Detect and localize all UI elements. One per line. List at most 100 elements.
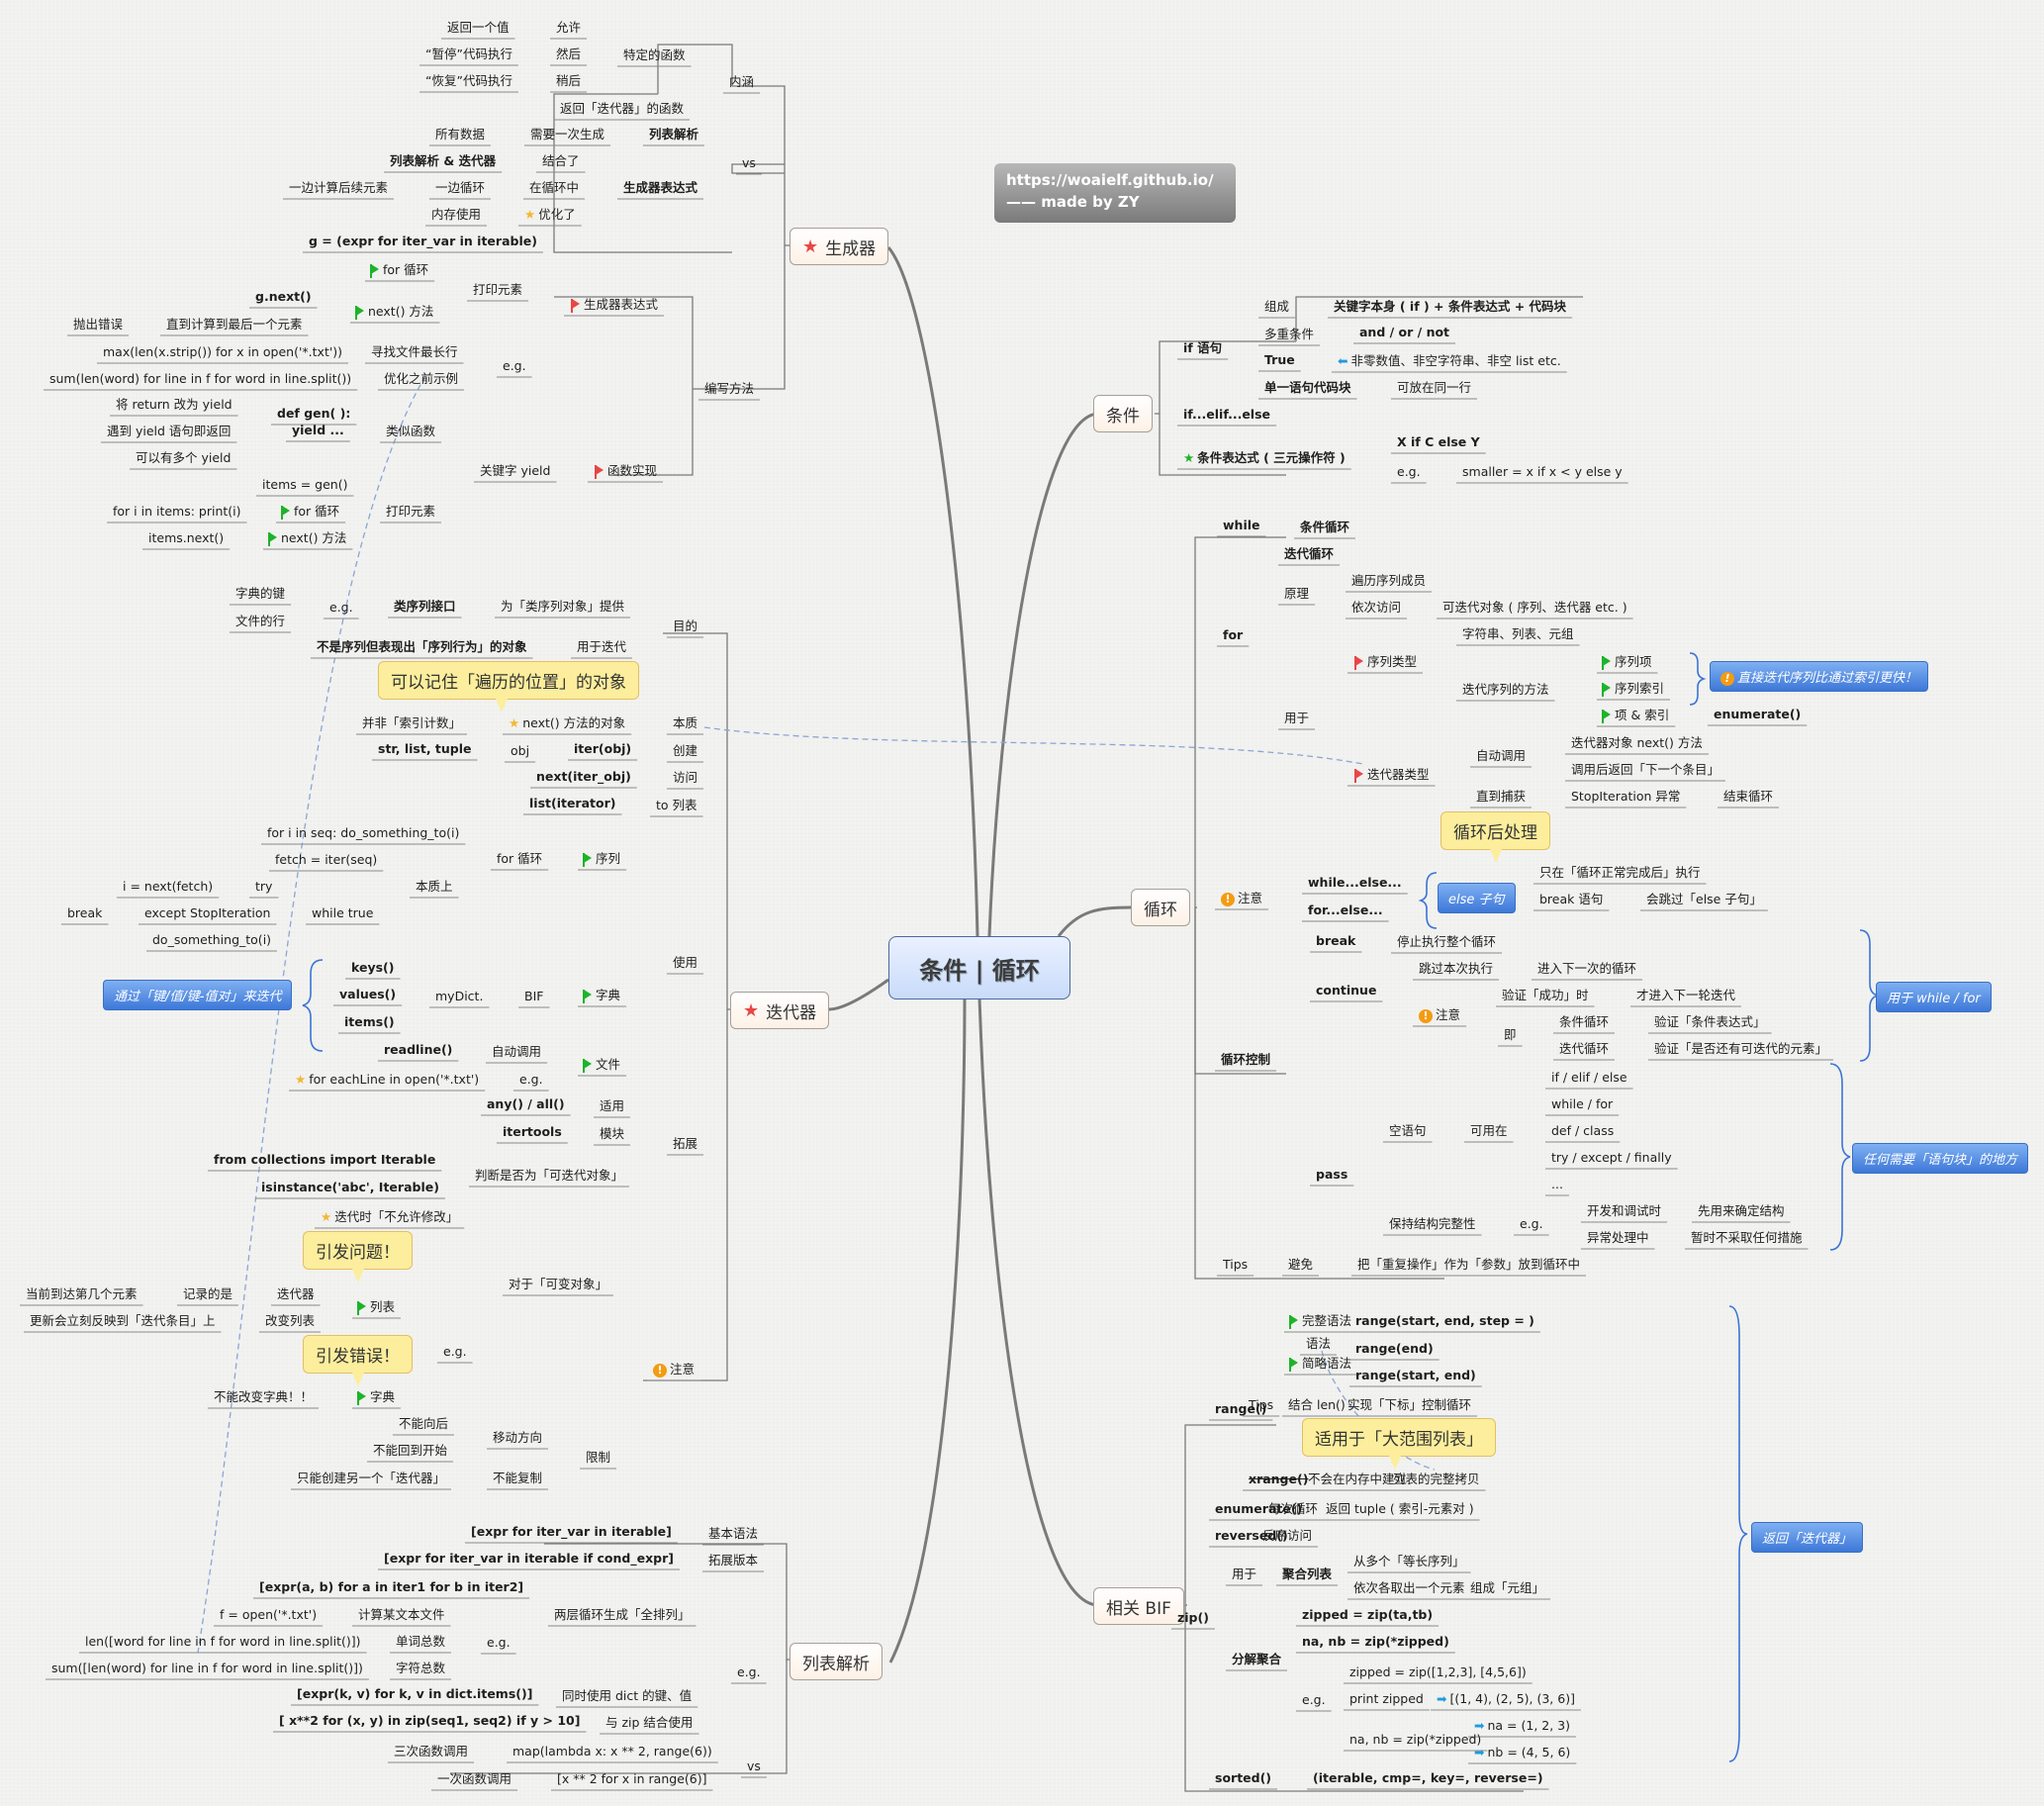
node[interactable]: 迭代器类型 <box>1353 767 1430 783</box>
node[interactable]: obj <box>511 743 529 759</box>
node[interactable]: def gen( ): <box>277 406 350 422</box>
node[interactable]: 先用来确定结构 <box>1698 1203 1785 1219</box>
node[interactable]: 简略语法 <box>1289 1356 1351 1372</box>
node[interactable]: 迭代器 <box>277 1286 315 1302</box>
node[interactable]: ! 注意 <box>653 1362 695 1378</box>
node[interactable]: 原理 <box>1284 586 1309 602</box>
node[interactable]: def / class <box>1551 1123 1614 1139</box>
node[interactable]: 类似函数 <box>386 424 435 439</box>
node[interactable]: ★ for eachLine in open('*.txt') <box>295 1072 479 1088</box>
node[interactable]: 验证「成功」时 <box>1502 988 1589 1003</box>
node[interactable]: “恢复”代码执行 <box>425 73 512 89</box>
node[interactable]: 本质 <box>673 715 697 731</box>
node[interactable]: 序列 <box>583 851 620 867</box>
node[interactable]: 单一语句代码块 <box>1264 380 1351 396</box>
node[interactable]: na, nb = zip(*zipped) <box>1302 1634 1449 1650</box>
node[interactable]: 类序列接口 <box>394 599 456 615</box>
node[interactable]: 不能复制 <box>493 1471 542 1486</box>
node[interactable]: for i in seq: do_something_to(i) <box>267 825 459 841</box>
node[interactable]: if...elif...else <box>1183 407 1270 423</box>
node[interactable]: ★ 条件表达式 ( 三元操作符 ) <box>1183 450 1346 466</box>
node[interactable]: 序列索引 <box>1602 681 1664 697</box>
node[interactable]: 两层循环生成「全排列」 <box>554 1607 691 1623</box>
node[interactable]: [expr(a, b) for a in iter1 for b in iter… <box>259 1579 523 1595</box>
node[interactable]: zipped = zip(ta,tb) <box>1302 1607 1433 1623</box>
node[interactable]: except StopIteration <box>144 905 270 921</box>
node[interactable]: 结束循环 <box>1723 789 1773 805</box>
node[interactable]: e.g. <box>737 1664 761 1680</box>
topic-listcomp[interactable]: 列表解析 <box>790 1643 883 1680</box>
node[interactable]: e.g. <box>503 358 526 374</box>
node[interactable]: 调用后返回「下一个条目」 <box>1571 762 1719 778</box>
node[interactable]: break <box>1316 933 1355 949</box>
node[interactable]: 异常处理中 <box>1587 1230 1649 1246</box>
node[interactable]: xrange() <box>1249 1472 1308 1487</box>
node[interactable]: sorted() <box>1215 1770 1271 1786</box>
node[interactable]: sum(len(word) for line in f for word in … <box>49 371 351 387</box>
node[interactable]: 不会在内存中建立 <box>1308 1472 1407 1487</box>
node[interactable]: for i in items: print(i) <box>113 504 241 520</box>
node[interactable]: 序列项 <box>1602 654 1652 670</box>
node[interactable]: for 循环 <box>497 851 542 867</box>
node[interactable]: items = gen() <box>262 477 347 493</box>
node[interactable]: 遇到 yield 语句即返回 <box>107 424 231 439</box>
node[interactable]: any() / all() <box>487 1096 565 1112</box>
node[interactable]: map(lambda x: x ** 2, range(6)) <box>512 1744 712 1759</box>
node[interactable]: 会跳过「else 子句」 <box>1646 892 1762 907</box>
node[interactable]: 只能创建另一个「迭代器」 <box>297 1471 445 1486</box>
node[interactable]: ★ 迭代时「不允许修改」 <box>321 1209 458 1225</box>
node[interactable]: 聚合列表 <box>1282 1567 1332 1582</box>
node[interactable]: 使用 <box>673 955 697 971</box>
node[interactable]: 列表 <box>357 1299 395 1315</box>
node[interactable]: 对于「可变对象」 <box>509 1277 607 1292</box>
node[interactable]: next() 方法 <box>355 304 433 320</box>
node[interactable]: 保持结构完整性 <box>1389 1216 1476 1232</box>
node[interactable]: 基本语法 <box>708 1526 758 1542</box>
node[interactable]: ! 注意 <box>1221 891 1262 906</box>
node[interactable]: 三次函数调用 <box>394 1744 468 1759</box>
node[interactable]: 直到计算到最后一个元素 <box>166 317 303 333</box>
node[interactable]: for 循环 <box>281 504 339 520</box>
node[interactable]: 判断是否为「可迭代对象」 <box>475 1168 623 1184</box>
node[interactable]: if / elif / else <box>1551 1070 1627 1086</box>
node[interactable]: 单词总数 <box>396 1634 445 1650</box>
node[interactable]: 开发和调试时 <box>1587 1203 1661 1219</box>
node[interactable]: 允许 <box>556 20 581 36</box>
node[interactable]: True <box>1264 352 1295 368</box>
node[interactable]: for...else... <box>1308 903 1383 918</box>
node[interactable]: try / except / finally <box>1551 1150 1672 1166</box>
node[interactable]: 结合了 <box>542 153 580 169</box>
node[interactable]: 迭代循环 <box>1559 1041 1609 1057</box>
node[interactable]: 更新会立刻反映到「迭代条目」上 <box>30 1313 216 1329</box>
node[interactable]: try <box>255 879 272 895</box>
node[interactable]: range(start, end) <box>1355 1368 1476 1383</box>
node[interactable]: 优化之前示例 <box>384 371 458 387</box>
node[interactable]: values() <box>339 987 396 1002</box>
node[interactable]: 条件循环 <box>1559 1014 1609 1030</box>
node[interactable]: f = open('*.txt') <box>220 1607 317 1623</box>
node[interactable]: 遍历序列成员 <box>1351 573 1426 589</box>
node[interactable]: 打印元素 <box>386 504 435 520</box>
node[interactable]: ★ 优化了 <box>524 207 576 223</box>
node[interactable]: ! 注意 <box>1419 1007 1460 1023</box>
node[interactable]: 返回一个值 <box>447 20 510 36</box>
node[interactable]: 稍后 <box>556 73 581 89</box>
node[interactable]: itertools <box>503 1124 562 1140</box>
node[interactable]: 依次访问 <box>1351 600 1401 616</box>
node[interactable]: 可以有多个 yield <box>136 450 231 466</box>
node[interactable]: [ x**2 for (x, y) in zip(seq1, seq2) if … <box>279 1713 580 1729</box>
node[interactable]: 避免 <box>1288 1257 1313 1273</box>
node[interactable]: and / or / not <box>1359 325 1449 340</box>
node[interactable]: 本质上 <box>416 879 453 895</box>
node[interactable]: range(end) <box>1355 1341 1434 1357</box>
node[interactable]: 在循环中 <box>529 180 579 196</box>
node[interactable]: g.next() <box>255 289 312 305</box>
node[interactable]: 直到捕获 <box>1476 789 1526 805</box>
node[interactable]: 生成器表达式 <box>570 297 658 313</box>
node[interactable]: max(len(x.strip()) for x in open('*.txt'… <box>103 344 342 360</box>
node[interactable]: 创建 <box>673 743 697 759</box>
node[interactable]: ➡ [(1, 4), (2, 5), (3, 6)] <box>1437 1691 1575 1707</box>
node[interactable]: 列表解析 <box>649 127 698 143</box>
node[interactable]: 字典 <box>357 1389 395 1405</box>
node[interactable]: 迭代序列的方法 <box>1462 682 1549 698</box>
